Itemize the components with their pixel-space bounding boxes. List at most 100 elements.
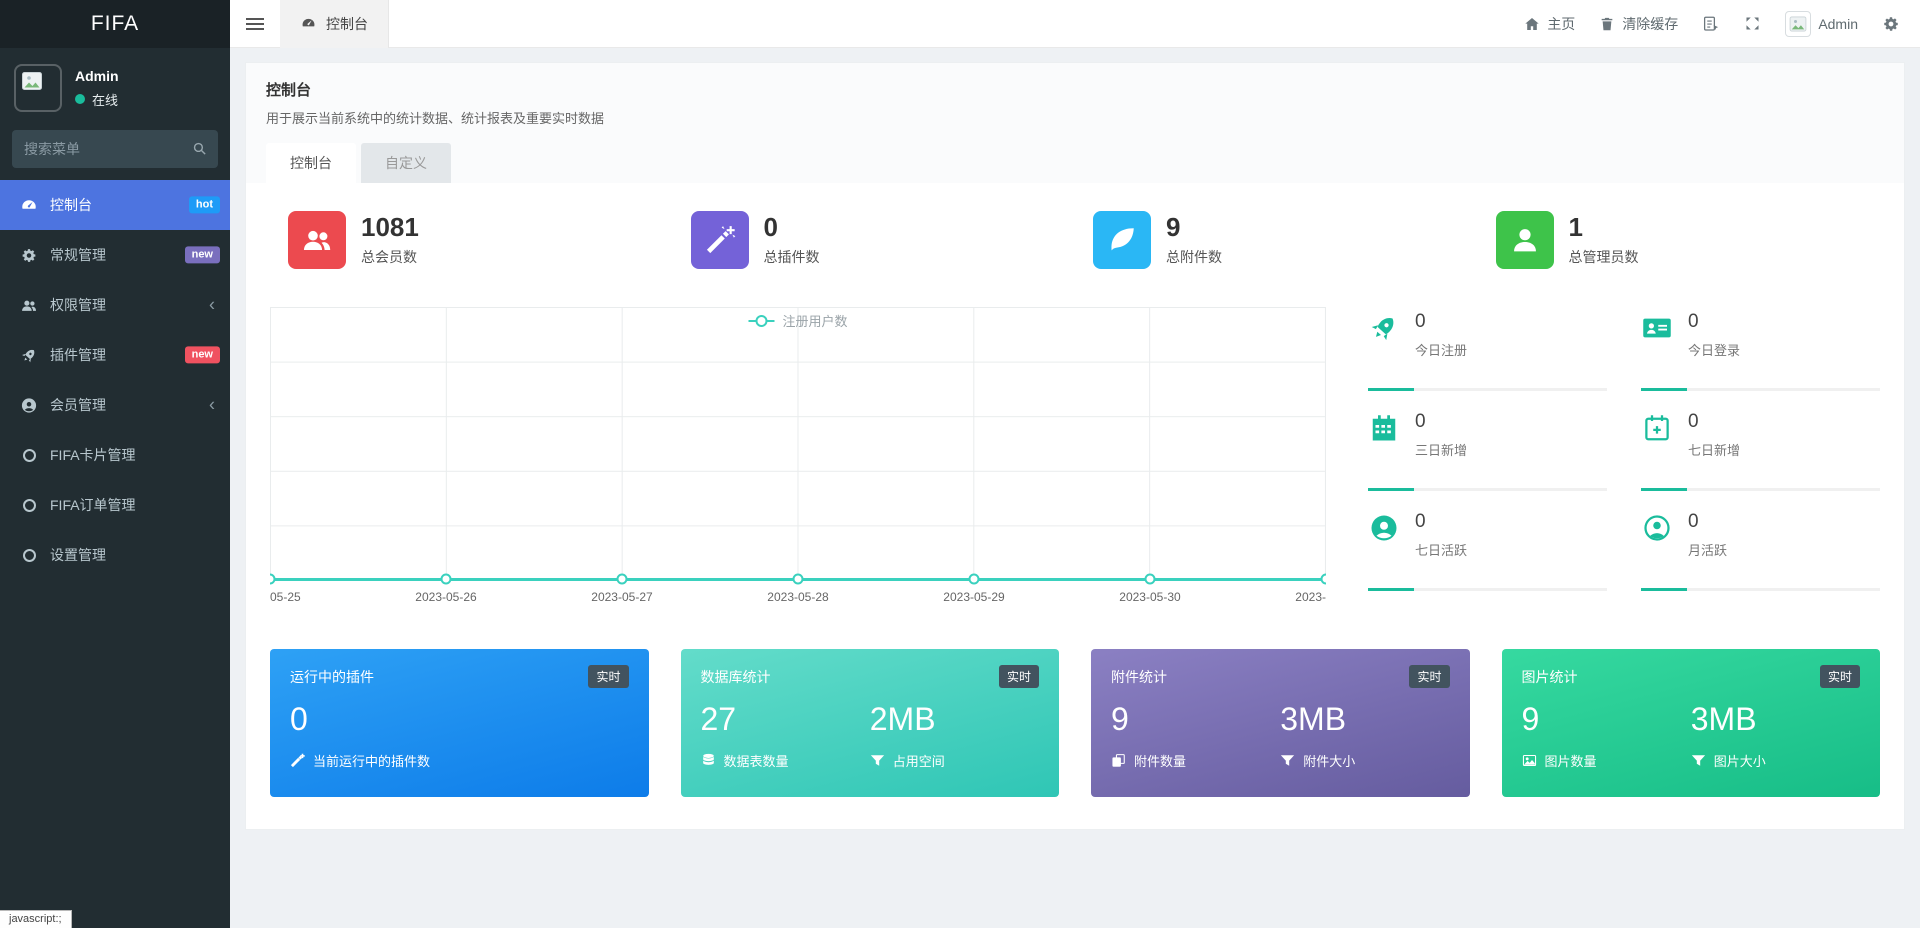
magic-wand-icon xyxy=(290,753,305,768)
chart-gridlines xyxy=(270,307,1326,580)
database-icon xyxy=(701,753,716,768)
fullscreen-button[interactable] xyxy=(1744,15,1761,32)
mini-stat-7day-new: 0 七日新增 xyxy=(1641,407,1880,501)
avatar[interactable] xyxy=(14,64,62,112)
tab-custom[interactable]: 自定义 xyxy=(361,143,451,183)
x-axis-tick: 2023-05-27 xyxy=(591,590,653,604)
expand-icon xyxy=(1744,15,1761,32)
stat-label: 总管理员数 xyxy=(1568,248,1639,265)
card-running-addons: 运行中的插件 实时 0 当前运行中的插件数 xyxy=(270,649,649,797)
chart-point xyxy=(1320,573,1326,585)
calendar-icon xyxy=(1368,413,1400,443)
divider xyxy=(1368,388,1607,391)
chart-point xyxy=(792,573,804,585)
user-circle-icon xyxy=(19,397,39,414)
status-link-hint: javascript:; xyxy=(0,910,72,928)
mini-stats-grid: 0 今日注册 0 今日登录 0 三日新增 0 七日新增 0 七日活跃 0 月活跃 xyxy=(1368,307,1880,607)
sidebar-item-auth[interactable]: 权限管理 ‹ xyxy=(0,280,230,330)
sidebar-item-general[interactable]: 常规管理 new xyxy=(0,230,230,280)
stat-total-attachments: 9 总附件数 xyxy=(1075,211,1478,269)
hot-badge: hot xyxy=(188,196,220,214)
chevron-left-icon: ‹ xyxy=(209,394,215,415)
stat-total-members: 1081 总会员数 xyxy=(270,211,673,269)
new-badge: new xyxy=(184,346,220,364)
chart-point xyxy=(616,573,628,585)
main-content: 控制台 用于展示当前系统中的统计数据、统计报表及重要实时数据 控制台 自定义 1… xyxy=(230,48,1920,928)
chevron-left-icon: ‹ xyxy=(209,294,215,315)
user-menu[interactable]: Admin xyxy=(1785,10,1858,37)
tachometer-icon xyxy=(300,16,317,31)
menu-toggle-button[interactable] xyxy=(230,0,280,48)
home-icon xyxy=(1524,16,1540,32)
sidebar-item-addon[interactable]: 插件管理 new xyxy=(0,330,230,380)
card-attachment-stats: 附件统计 实时 9 附件数量 3MB 附件大小 xyxy=(1091,649,1470,797)
online-dot-icon xyxy=(75,94,85,104)
trash-icon xyxy=(1599,16,1615,32)
x-axis-tick: 2023-05-31 xyxy=(1295,590,1326,604)
sidebar: FIFA Admin 在线 控制台 hot xyxy=(0,0,230,928)
chart-legend[interactable]: 注册用户数 xyxy=(748,311,848,330)
search-icon xyxy=(191,140,208,157)
stat-value: 9 xyxy=(1166,212,1181,243)
divider xyxy=(1641,388,1880,391)
id-card-icon xyxy=(1641,313,1673,343)
divider xyxy=(1641,488,1880,491)
card-database-stats: 数据库统计 实时 27 数据表数量 2MB 占用空间 xyxy=(680,649,1059,797)
clear-cache-button[interactable]: 清除缓存 xyxy=(1599,14,1678,34)
menu-search xyxy=(12,130,218,168)
tab-dashboard[interactable]: 控制台 xyxy=(266,143,356,183)
x-axis-tick: 2023-05-30 xyxy=(1119,590,1181,604)
avatar xyxy=(1785,10,1812,37)
filter-icon xyxy=(870,753,885,768)
sidebar-item-dashboard[interactable]: 控制台 hot xyxy=(0,180,230,230)
stat-value: 0 xyxy=(763,212,778,243)
search-input[interactable] xyxy=(12,130,218,168)
language-button[interactable] xyxy=(1702,15,1720,33)
home-link[interactable]: 主页 xyxy=(1524,14,1575,34)
sidebar-item-fifa-card[interactable]: FIFA卡片管理 xyxy=(0,430,230,480)
divider xyxy=(1368,488,1607,491)
realtime-badge: 实时 xyxy=(588,665,629,688)
mini-stat-month-active: 0 月活跃 xyxy=(1641,507,1880,601)
topbar: 控制台 主页 清除缓存 Admin xyxy=(230,0,1920,48)
user-circle-o-icon xyxy=(1641,513,1673,543)
filter-icon xyxy=(1691,753,1706,768)
card-image-stats: 图片统计 实时 9 图片数量 3MB 图片大小 xyxy=(1501,649,1880,797)
page-subtitle: 用于展示当前系统中的统计数据、统计报表及重要实时数据 xyxy=(266,111,605,126)
realtime-badge: 实时 xyxy=(998,665,1039,688)
sidebar-item-fifa-order[interactable]: FIFA订单管理 xyxy=(0,480,230,530)
x-axis-tick: 2023-05-28 xyxy=(767,590,829,604)
registrations-line-chart[interactable]: 注册用户数 2023-05-25 2023-05-26 2023-05-27 2… xyxy=(270,307,1326,607)
new-badge: new xyxy=(184,246,220,264)
sidebar-item-member[interactable]: 会员管理 ‹ xyxy=(0,380,230,430)
x-axis-tick: 2023-05-25 xyxy=(270,590,301,604)
mini-stat-7day-active: 0 七日活跃 xyxy=(1368,507,1607,601)
brand-logo[interactable]: FIFA xyxy=(0,0,230,48)
user-circle-icon xyxy=(1368,513,1400,543)
settings-button[interactable] xyxy=(1882,15,1900,33)
user-panel: Admin 在线 xyxy=(0,48,230,124)
rocket-icon xyxy=(1362,306,1406,350)
x-axis-tick: 2023-05-26 xyxy=(415,590,477,604)
chart-point xyxy=(440,573,452,585)
topbar-tab-dashboard[interactable]: 控制台 xyxy=(280,0,389,48)
x-axis-tick: 2023-05-29 xyxy=(943,590,1005,604)
language-icon xyxy=(1702,15,1720,33)
realtime-badge: 实时 xyxy=(1819,665,1860,688)
stat-value: 1 xyxy=(1568,212,1583,243)
page-title: 控制台 xyxy=(266,82,312,99)
chart-point xyxy=(968,573,980,585)
magic-wand-icon xyxy=(690,211,749,269)
mini-stat-today-login: 0 今日登录 xyxy=(1641,307,1880,401)
realtime-badge: 实时 xyxy=(1409,665,1450,688)
stats-row: 1081 总会员数 0 总插件数 9 总附件数 1 总管理员数 xyxy=(270,211,1880,269)
sidebar-item-settings[interactable]: 设置管理 xyxy=(0,530,230,580)
cogs-icon xyxy=(1882,15,1900,33)
user-name: Admin xyxy=(75,67,119,84)
divider xyxy=(1641,588,1880,591)
chart-point xyxy=(270,573,276,585)
panel-heading: 控制台 用于展示当前系统中的统计数据、统计报表及重要实时数据 控制台 自定义 xyxy=(245,62,1905,183)
chart-point xyxy=(1144,573,1156,585)
cogs-icon xyxy=(19,247,39,264)
broken-image-icon xyxy=(22,72,42,90)
